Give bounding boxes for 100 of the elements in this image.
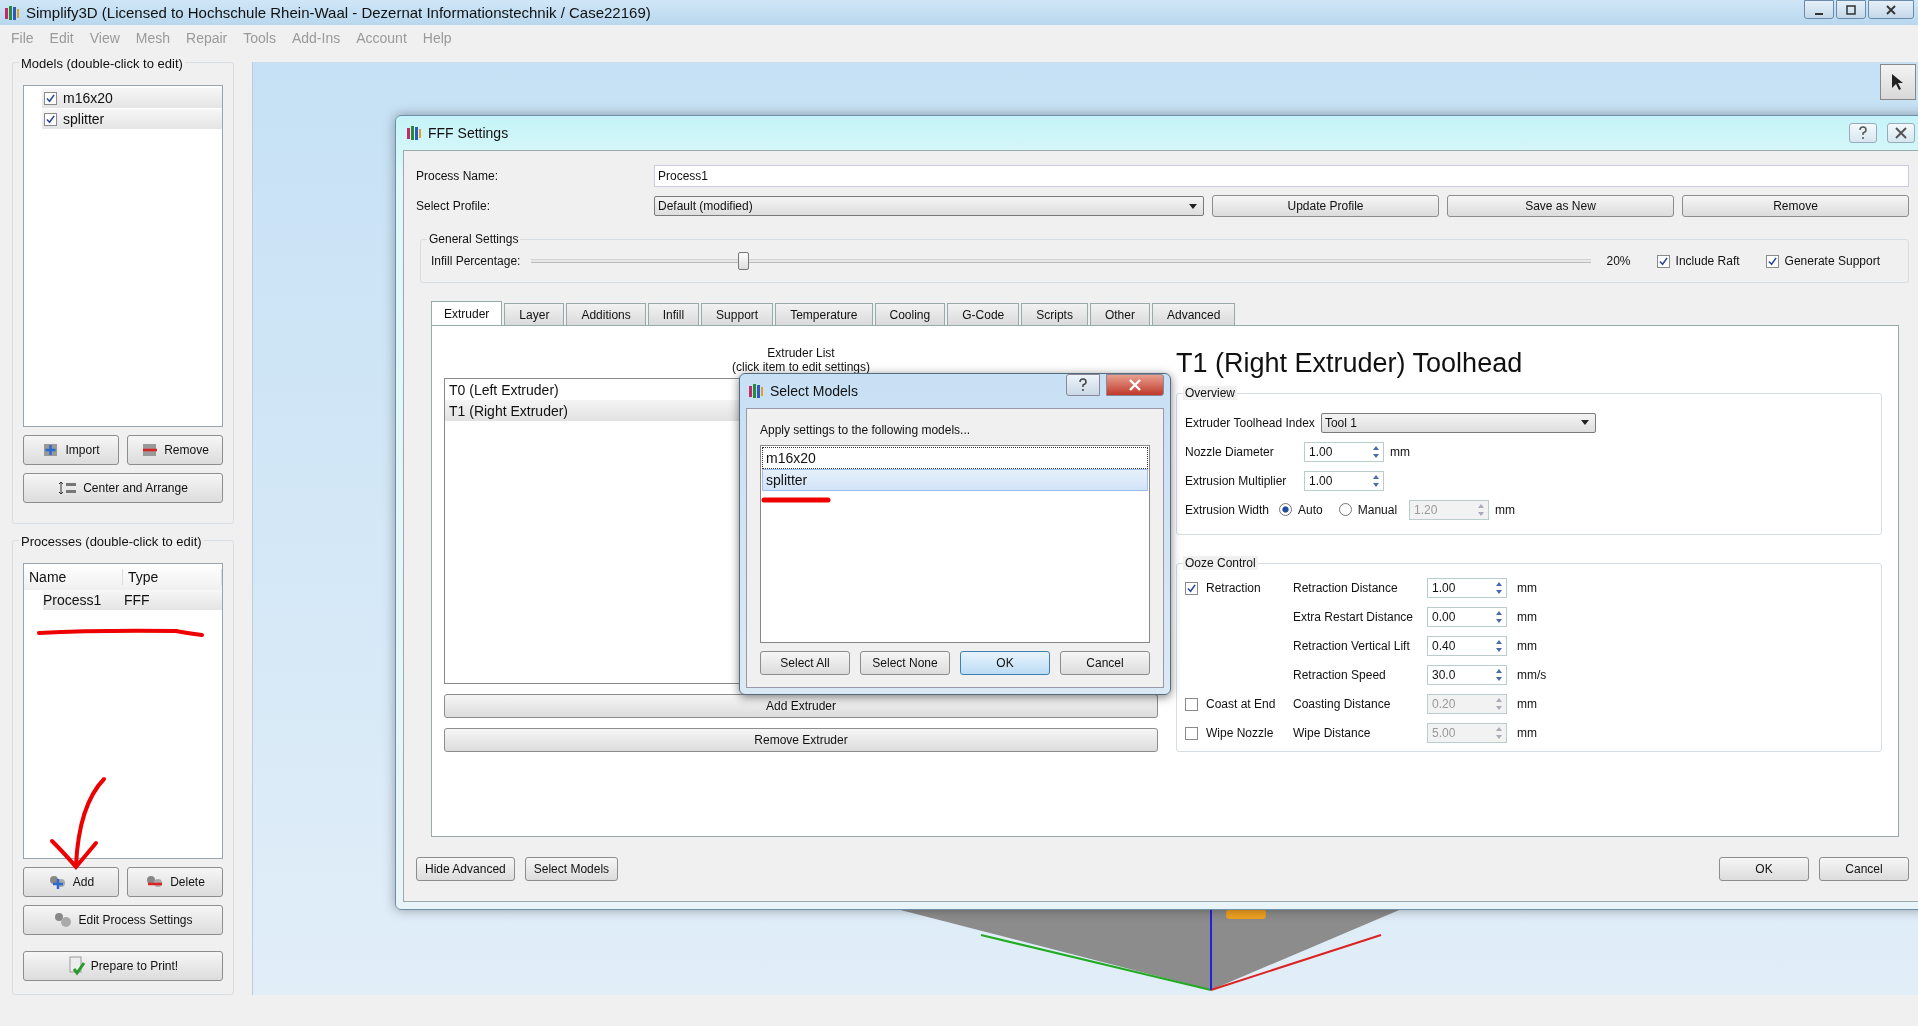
ok-button[interactable]: OK [1719, 857, 1809, 881]
toolhead-heading: T1 (Right Extruder) Toolhead [1176, 348, 1524, 379]
maximize-button[interactable] [1836, 0, 1866, 19]
field-label: Retraction Vertical Lift [1293, 639, 1411, 653]
tab[interactable]: Other [1089, 303, 1150, 325]
table-cell-text: Process1 [43, 591, 103, 608]
delete-button[interactable]: Delete [127, 866, 223, 897]
unit-label: mm [1517, 639, 1538, 653]
tab[interactable]: Layer [504, 303, 565, 325]
field-label: Retraction Distance [1293, 581, 1399, 595]
document-check-icon [67, 955, 86, 976]
profile-dropdown[interactable]: Default (modified) [654, 196, 1204, 216]
field-label: Infill Percentage: [431, 254, 522, 268]
checkbox-label: Coast at End [1206, 697, 1276, 711]
hide-advanced-button[interactable]: Hide Advanced [416, 857, 515, 881]
remove-button[interactable]: Remove [127, 435, 223, 465]
window-title: FFF Settings [428, 125, 509, 141]
checkbox[interactable] [1185, 726, 1198, 740]
remove-extruder-button[interactable]: Remove Extruder [444, 728, 1158, 752]
unit-label: mm [1390, 444, 1410, 459]
cancel-button[interactable]: Cancel [1819, 857, 1909, 881]
profile-button[interactable]: Save as New [1447, 195, 1674, 217]
number-field[interactable]: 0.40 [1427, 636, 1507, 656]
column-header[interactable]: Type [123, 568, 222, 585]
tab[interactable]: Support [701, 303, 774, 325]
help-button[interactable] [1066, 374, 1100, 396]
column-header[interactable]: Name [24, 568, 123, 585]
field-label: Retraction Speed [1293, 668, 1387, 682]
dialog-button[interactable]: OK [960, 651, 1050, 675]
unit-label: mm [1517, 697, 1538, 711]
window-title: Simplify3D (Licensed to Hochschule Rhein-Waal - Dezernat Informationstechnik / Case22169) [26, 4, 651, 21]
model-item[interactable]: m16x20 [42, 88, 222, 108]
app-logo-icon [4, 4, 20, 21]
unit-label: mm [1495, 502, 1516, 517]
close-button[interactable] [1106, 374, 1164, 396]
model-item[interactable]: splitter [762, 469, 1148, 491]
group-title: General Settings [427, 232, 521, 246]
unit-label: mm [1517, 581, 1538, 595]
model-name: m16x20 [63, 90, 113, 106]
gears-icon [53, 910, 74, 929]
process-row[interactable]: Process1 FFF [43, 589, 222, 610]
dropdown-arrow-icon [1189, 203, 1197, 209]
dialog-button[interactable]: Select None [860, 651, 950, 675]
checkbox[interactable] [1185, 581, 1198, 595]
add-button[interactable]: Add [23, 866, 119, 897]
center-and-arrange-button[interactable]: Center and Arrange [23, 473, 223, 503]
dropdown-arrow-icon [1580, 420, 1589, 425]
field-label: Extrusion Width [1185, 502, 1270, 517]
select-models-button[interactable]: Select Models [524, 857, 619, 881]
number-field[interactable]: 1.00 [1427, 578, 1507, 598]
edit-process-settings-button[interactable]: Edit Process Settings [23, 904, 223, 935]
slider-thumb[interactable] [737, 252, 749, 270]
field-label: Select Profile: [416, 199, 492, 213]
select-tool-button[interactable] [1880, 64, 1916, 100]
checkbox[interactable] [1185, 697, 1198, 711]
profile-button[interactable]: Remove [1682, 195, 1909, 217]
cube-minus-icon [141, 442, 160, 458]
close-button[interactable] [1868, 0, 1914, 19]
annotation-underline [760, 496, 832, 504]
field-label: Nozzle Diameter [1185, 444, 1275, 459]
unit-label: mm [1517, 726, 1538, 740]
close-button[interactable] [1887, 123, 1915, 143]
tab[interactable]: Extruder [431, 301, 503, 325]
number-field[interactable]: 1.00 [1304, 441, 1384, 462]
checkbox[interactable] [1656, 254, 1670, 268]
number-field[interactable]: 30.0 [1427, 665, 1507, 685]
checkbox-label: Include Raft [1675, 254, 1740, 268]
help-icon [1077, 378, 1089, 392]
import-button[interactable]: Import [23, 435, 119, 465]
tab[interactable]: Advanced [1151, 303, 1236, 325]
dialog-button[interactable]: Select All [760, 651, 850, 675]
minimize-button[interactable] [1804, 0, 1834, 19]
infill-value: 20% [1606, 254, 1631, 268]
tab[interactable]: Temperature [775, 303, 873, 325]
field-label: Coasting Distance [1293, 697, 1392, 711]
prepare-to-print-button[interactable]: Prepare to Print! [23, 950, 223, 981]
unit-label: mm/s [1517, 668, 1548, 682]
add-extruder-button[interactable]: Add Extruder [444, 694, 1158, 718]
tab[interactable]: G-Code [947, 303, 1020, 325]
model-item[interactable]: splitter [42, 109, 222, 129]
tab[interactable]: Infill [647, 303, 700, 325]
dialog-button[interactable]: Cancel [1060, 651, 1150, 675]
profile-button[interactable]: Update Profile [1212, 195, 1439, 217]
number-field[interactable]: 0.00 [1427, 607, 1507, 627]
checkbox-label: Generate Support [1784, 254, 1880, 268]
arrange-icon [58, 481, 79, 495]
tab[interactable]: Additions [566, 303, 646, 325]
toolhead-index-dropdown[interactable]: Tool 1 [1320, 412, 1596, 433]
dialog-prompt: Apply settings to the following models... [760, 423, 972, 437]
field-label: Extrusion Multiplier [1185, 473, 1288, 488]
help-button[interactable] [1849, 123, 1877, 143]
number-field[interactable]: 1.00 [1304, 470, 1384, 491]
tab[interactable]: Cooling [874, 303, 946, 325]
process-name-field[interactable]: Process1 [654, 165, 1909, 187]
help-icon [1857, 126, 1869, 140]
model-name: splitter [63, 111, 105, 127]
checkbox[interactable] [1765, 254, 1779, 268]
tab[interactable]: Scripts [1021, 303, 1088, 325]
checkbox[interactable] [44, 91, 57, 105]
checkbox[interactable] [44, 112, 57, 126]
